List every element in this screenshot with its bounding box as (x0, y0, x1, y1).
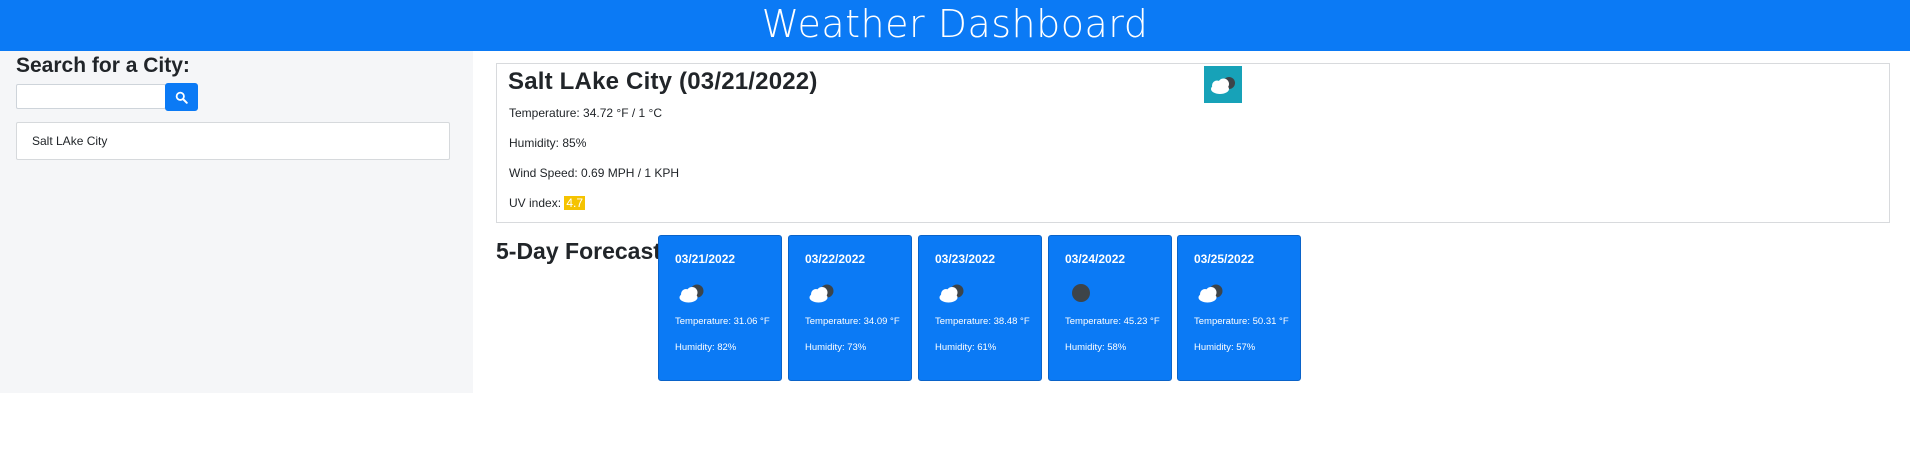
search-label: Search for a City: (16, 54, 190, 77)
uv-badge: 4.7 (564, 196, 586, 210)
current-uv-index: UV index: 4.7 (509, 196, 586, 210)
sidebar: Search for a City: Salt LAke City (0, 51, 473, 393)
forecast-date: 03/23/2022 (935, 252, 996, 266)
search-button[interactable] (165, 83, 198, 111)
forecast-card: 03/24/2022 Temperature: 45.23 °F Humidit… (1048, 235, 1172, 381)
forecast-humidity: Humidity: 73% (805, 342, 867, 353)
forecast-card: 03/22/2022 Temperature: 34.09 °F Humidit… (788, 235, 912, 381)
forecast-temperature: Temperature: 38.48 °F (935, 316, 1030, 327)
current-humidity: Humidity: 85% (509, 136, 587, 150)
city-search-input[interactable] (16, 84, 166, 109)
uv-label: UV index: (509, 196, 562, 210)
cloud-moon-icon (939, 284, 964, 303)
cloud-moon-icon (809, 284, 834, 303)
current-temperature: Temperature: 34.72 °F / 1 °C (509, 106, 662, 120)
forecast-card: 03/25/2022 Temperature: 50.31 °F Humidit… (1177, 235, 1301, 381)
forecast-heading: 5-Day Forecast (496, 238, 661, 264)
forecast-card: 03/23/2022 Temperature: 38.48 °F Humidit… (918, 235, 1042, 381)
history-item-salt-lake-city[interactable]: Salt LAke City (16, 122, 450, 160)
app-header: Weather Dashboard (0, 0, 1910, 51)
forecast-humidity: Humidity: 61% (935, 342, 997, 353)
forecast-date: 03/21/2022 (675, 252, 736, 266)
current-city-title: Salt LAke City (03/21/2022) (508, 68, 818, 95)
forecast-humidity: Humidity: 58% (1065, 342, 1127, 353)
current-weather-card: Salt LAke City (03/21/2022) Temperature:… (496, 63, 1890, 223)
forecast-temperature: Temperature: 34.09 °F (805, 316, 900, 327)
current-wind-speed: Wind Speed: 0.69 MPH / 1 KPH (509, 166, 680, 180)
forecast-temperature: Temperature: 50.31 °F (1194, 316, 1289, 327)
forecast-card: 03/21/2022 Temperature: 31.06 °F Humidit… (658, 235, 782, 381)
cloud-icon (1204, 66, 1242, 103)
forecast-date: 03/24/2022 (1065, 252, 1126, 266)
search-icon (175, 91, 188, 104)
forecast-date: 03/22/2022 (805, 252, 866, 266)
moon-icon (1072, 284, 1090, 302)
cloud-moon-icon (679, 284, 704, 303)
page-title: Weather Dashboard (761, 2, 1149, 46)
forecast-humidity: Humidity: 57% (1194, 342, 1256, 353)
cloud-moon-icon (1198, 284, 1223, 303)
forecast-temperature: Temperature: 31.06 °F (675, 316, 770, 327)
forecast-date: 03/25/2022 (1194, 252, 1255, 266)
forecast-temperature: Temperature: 45.23 °F (1065, 316, 1160, 327)
forecast-humidity: Humidity: 82% (675, 342, 737, 353)
